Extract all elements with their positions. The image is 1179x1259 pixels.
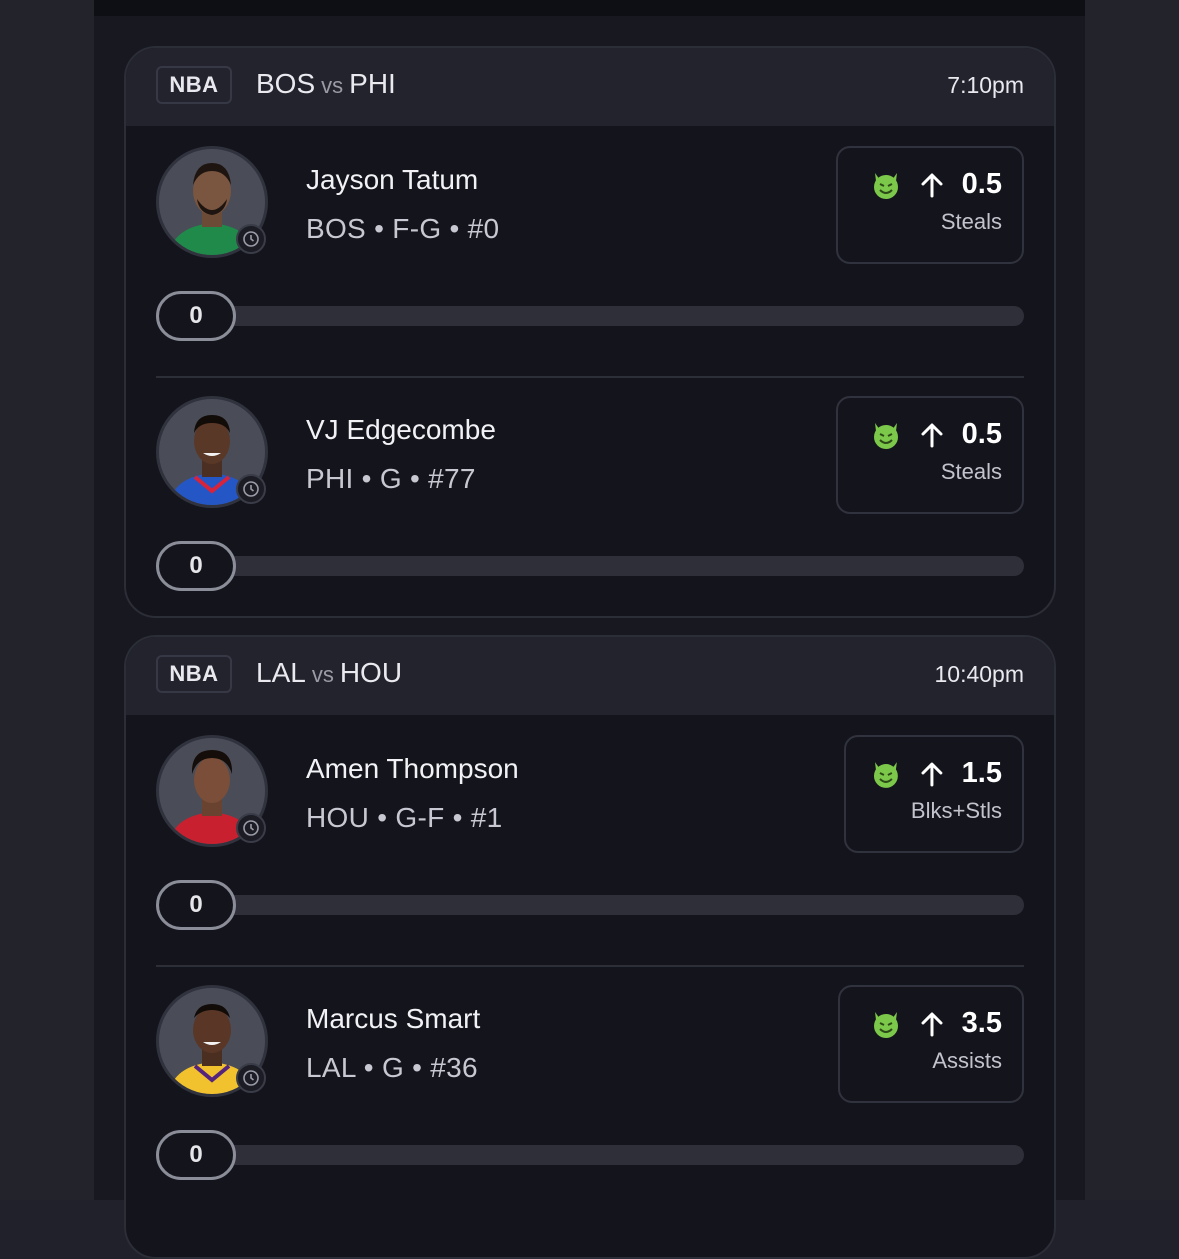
home-team: HOU xyxy=(339,657,403,688)
vs-label: vs xyxy=(321,73,344,98)
progress-track xyxy=(196,895,1024,915)
progress-value: 0 xyxy=(156,1130,236,1180)
green-devil-icon xyxy=(873,172,898,199)
pick-stat: Blks+Stls xyxy=(910,798,1002,823)
clock-icon xyxy=(236,474,266,504)
top-bar xyxy=(94,0,1085,16)
pick-stat: Assists xyxy=(932,1048,1002,1073)
pick-line: 3.5 xyxy=(961,1007,1002,1039)
game-time: 7:10pm xyxy=(947,72,1024,98)
pick-box[interactable]: 0.5 Steals xyxy=(836,396,1024,514)
league-badge: NBA xyxy=(156,66,232,104)
arrow-up-icon xyxy=(921,423,943,447)
vs-label: vs xyxy=(311,662,334,687)
game-card[interactable]: NBA LALvsHOU 10:40pm Amen Thompson HOU xyxy=(124,635,1056,1259)
matchup: BOS vs PHI xyxy=(256,68,396,100)
game-header: NBA LAL vs HOU 10:40pm xyxy=(126,637,1054,715)
right-gutter xyxy=(1085,0,1179,1200)
green-devil-icon xyxy=(873,761,898,788)
clock-icon xyxy=(236,1063,266,1093)
player-meta: PHI • G • #77 xyxy=(306,463,476,494)
away-team: BOS xyxy=(256,68,316,99)
player-row[interactable]: Amen Thompson HOU • G-F • #1 1.5 Blks+St… xyxy=(126,715,1054,965)
stat-progress: 0 xyxy=(156,1130,1024,1180)
divider xyxy=(156,376,1024,378)
player-row[interactable]: VJ Edgecombe PHI • G • #77 0.5 Steals 0 xyxy=(126,376,1054,616)
green-devil-icon xyxy=(873,422,898,449)
progress-track xyxy=(196,556,1024,576)
player-meta: BOS • F-G • #0 xyxy=(306,213,500,244)
arrow-up-icon xyxy=(921,1012,943,1036)
player-meta: LAL • G • #36 xyxy=(306,1052,478,1083)
pick-line: 0.5 xyxy=(961,168,1002,200)
stat-progress: 0 xyxy=(156,291,1024,341)
green-devil-icon xyxy=(873,1011,898,1038)
arrow-up-icon xyxy=(921,762,943,786)
player-name[interactable]: VJ Edgecombe xyxy=(306,414,496,446)
away-team: LAL xyxy=(256,657,306,688)
stat-progress: 0 xyxy=(156,541,1024,591)
player-meta: HOU • G-F • #1 xyxy=(306,802,503,833)
pick-box[interactable]: 3.5 Assists xyxy=(838,985,1024,1103)
league-badge: NBA xyxy=(156,655,232,693)
divider xyxy=(156,965,1024,967)
pick-box[interactable]: 1.5 Blks+Stls xyxy=(844,735,1024,853)
pick-line: 1.5 xyxy=(961,757,1002,789)
player-name[interactable]: Marcus Smart xyxy=(306,1003,480,1035)
home-team: PHI xyxy=(349,68,396,99)
pick-line: 0.5 xyxy=(961,418,1002,450)
left-gutter xyxy=(0,0,94,1200)
progress-track xyxy=(196,306,1024,326)
stat-progress: 0 xyxy=(156,880,1024,930)
progress-value: 0 xyxy=(156,880,236,930)
picks-column: NBA BOS vs PHI 7:10pm Jayson Tatum BOS •… xyxy=(94,0,1085,1259)
game-card[interactable]: NBA BOS vs PHI 7:10pm Jayson Tatum BOS •… xyxy=(124,46,1056,618)
game-header: NBA BOS vs PHI 7:10pm xyxy=(126,48,1054,126)
progress-track xyxy=(196,1145,1024,1165)
player-name[interactable]: Amen Thompson xyxy=(306,753,519,785)
player-row[interactable]: Jayson Tatum BOS • F-G • #0 0.5 Steals 0 xyxy=(126,126,1054,376)
pick-box[interactable]: 0.5 Steals xyxy=(836,146,1024,264)
player-name[interactable]: Jayson Tatum xyxy=(306,164,478,196)
arrow-up-icon xyxy=(921,173,943,197)
pick-stat: Steals xyxy=(940,459,1002,484)
game-time: 10:40pm xyxy=(934,661,1024,687)
progress-value: 0 xyxy=(156,541,236,591)
progress-value: 0 xyxy=(156,291,236,341)
player-row[interactable]: Marcus Smart LAL • G • #36 3.5 Assists 0 xyxy=(126,965,1054,1215)
clock-icon xyxy=(236,224,266,254)
clock-icon xyxy=(236,813,266,843)
matchup: LAL vs HOU xyxy=(256,657,402,689)
pick-stat: Steals xyxy=(940,209,1002,234)
